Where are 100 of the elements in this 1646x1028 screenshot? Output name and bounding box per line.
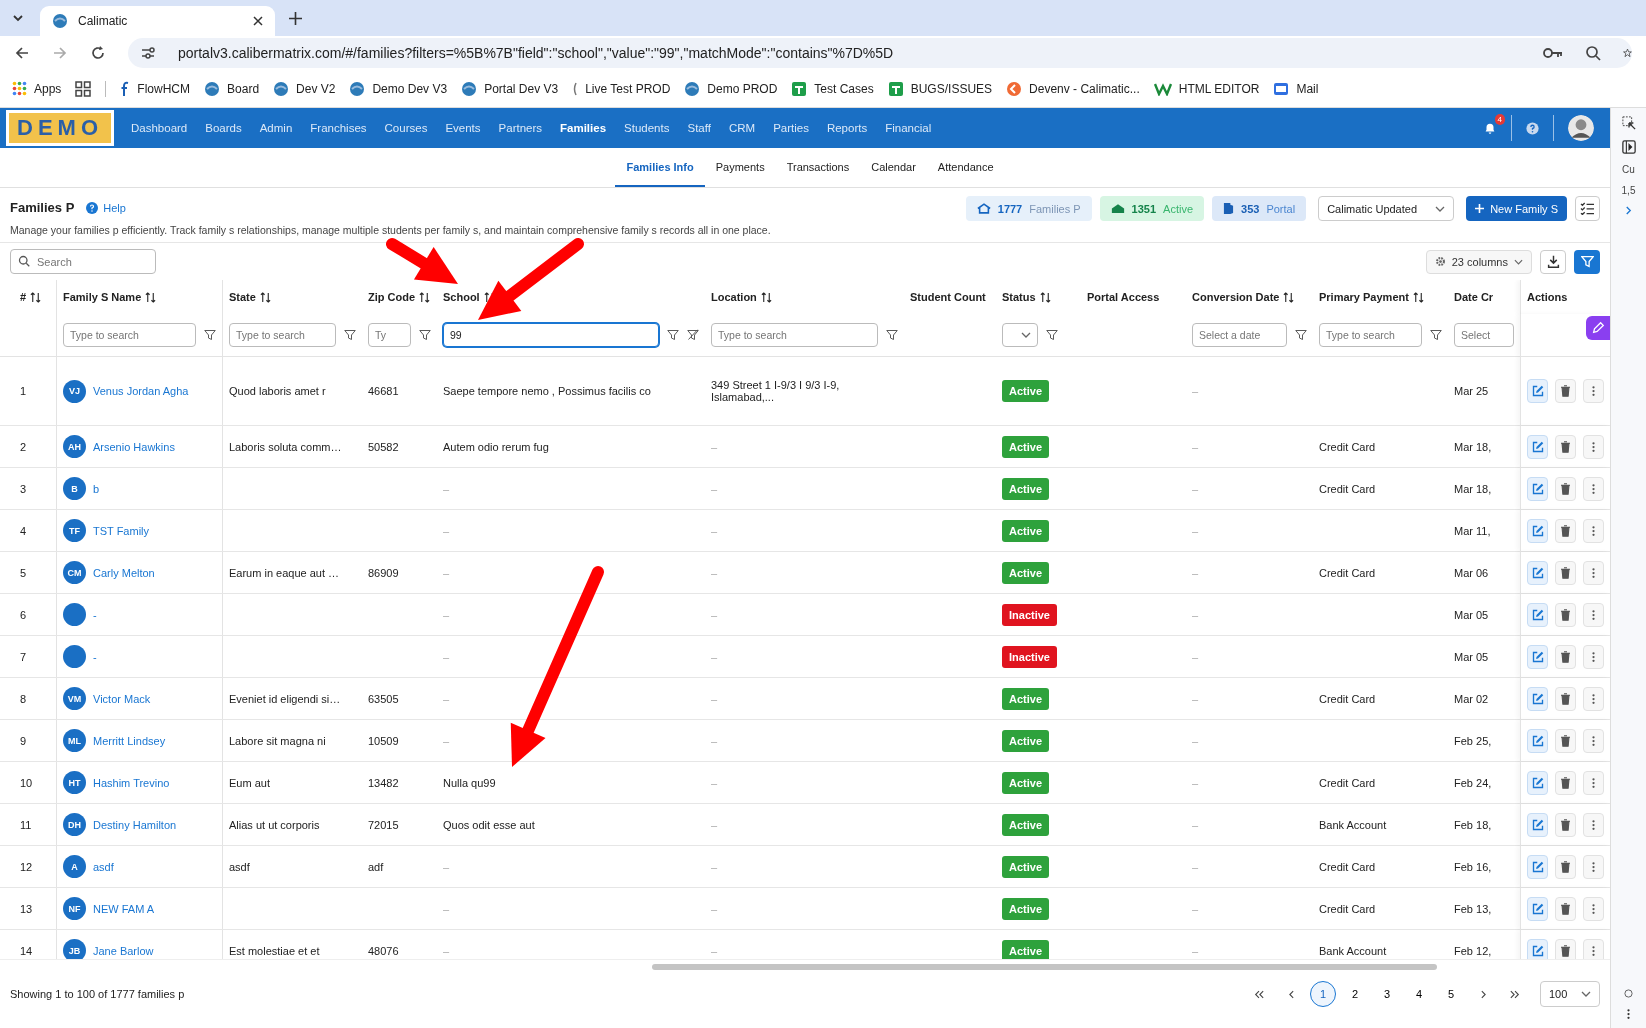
table-cell: – [1192, 608, 1199, 621]
browser-tab[interactable]: Calimatic [40, 6, 275, 36]
filter-field[interactable]: 99 [443, 323, 659, 347]
nav-item[interactable]: Franchises [301, 108, 376, 148]
column-header[interactable]: State [229, 291, 256, 303]
nav-item[interactable]: Financial [876, 108, 941, 148]
family-name-link[interactable]: Arsenio Hawkins [93, 440, 175, 453]
family-name-link[interactable]: Destiny Hamilton [93, 818, 177, 831]
family-name-link[interactable]: Venus Jordan Agha [93, 385, 189, 397]
bookmark[interactable]: FlowHCM [120, 80, 191, 97]
notification-badge: 4 [1494, 114, 1505, 125]
table-cell: – [711, 650, 718, 663]
column-header[interactable]: Conversion Date [1192, 291, 1280, 303]
column-header[interactable]: School [443, 291, 480, 303]
bookmark[interactable]: Portal Dev V3 [461, 80, 559, 97]
nav-item[interactable]: Dashboard [122, 108, 197, 148]
column-header[interactable]: Actions [1527, 291, 1568, 303]
bookmark[interactable]: Live Test PROD [572, 80, 671, 97]
filter-field[interactable]: Type to search [229, 323, 336, 347]
table-cell: – [443, 902, 450, 915]
family-name-link[interactable]: Hashim Trevino [93, 776, 170, 789]
nav-item[interactable]: Parties [764, 108, 818, 148]
bookmark[interactable]: Dev V2 [273, 80, 336, 97]
tab[interactable]: Transactions [775, 148, 861, 187]
help-link[interactable]: Help [86, 201, 126, 214]
table-cell: – [1192, 860, 1199, 873]
nav-item[interactable]: Students [615, 108, 679, 148]
bookmark[interactable]: Mail [1273, 80, 1319, 97]
status-badge: Active [1002, 813, 1050, 836]
bookmark[interactable]: Test Cases [791, 80, 874, 97]
family-name-link[interactable]: Jane Barlow [93, 944, 154, 957]
filter-field[interactable]: Type to search [1319, 323, 1422, 347]
family-name-link[interactable]: Carly Melton [93, 566, 155, 579]
column-header[interactable]: Location [711, 291, 757, 303]
column-header[interactable]: Date Cr [1454, 291, 1494, 303]
table-cell: Credit Card [1319, 902, 1376, 915]
page-button[interactable]: 1 [1310, 981, 1336, 1007]
column-header[interactable]: Status [1002, 291, 1036, 303]
filter-field[interactable]: Ty [368, 323, 411, 347]
nav-item[interactable]: Families [551, 108, 616, 148]
family-name-link[interactable]: - [93, 608, 97, 621]
table-cell: 86909 [368, 566, 399, 579]
family-name-link[interactable]: Victor Mack [93, 692, 151, 705]
page-button[interactable]: 2 [1342, 981, 1368, 1007]
nav-item[interactable]: Admin [250, 108, 302, 148]
bookmark[interactable]: HTML EDITOR [1153, 81, 1260, 96]
avatar: VM [63, 687, 86, 710]
table-cell: – [1192, 818, 1199, 831]
family-name-link[interactable]: NEW FAM A [93, 902, 155, 915]
family-name-link[interactable]: asdf [93, 860, 114, 873]
tab[interactable]: Attendance [926, 148, 1005, 187]
new-family-button[interactable]: New Family S [1466, 196, 1567, 221]
column-header[interactable]: Zip Code [368, 291, 416, 303]
columns-button[interactable]: 23 columns [1425, 249, 1532, 274]
table-cell: Credit Card [1319, 776, 1376, 789]
table-cell: Nulla qu99 [443, 776, 496, 789]
nav-item[interactable]: Partners [489, 108, 552, 148]
page-button[interactable]: 5 [1438, 981, 1464, 1007]
page-description: Manage your families p efficiently. Track family s relationships, manage multiple students per family s, and maintain comprehensive family s records all in one place. [10, 224, 772, 236]
filter-field[interactable]: Type to search [711, 323, 878, 347]
family-name-link[interactable]: TST Family [93, 524, 150, 537]
page-button[interactable]: 3 [1374, 981, 1400, 1007]
column-header[interactable]: Family S Name [63, 291, 142, 303]
bookmark[interactable]: BUGS/ISSUES [887, 80, 993, 97]
nav-item[interactable]: Courses [375, 108, 437, 148]
tab[interactable]: Calendar [860, 148, 927, 187]
status-badge: Active [1002, 939, 1050, 959]
table-cell: – [711, 902, 718, 915]
tab-title: Calimatic [78, 14, 129, 28]
logo[interactable]: DEMO [6, 110, 114, 146]
filter-field[interactable]: Type to search [63, 323, 196, 347]
tab[interactable]: Families Info [615, 148, 705, 187]
address-bar[interactable]: portalv3.calibermatrix.com/#/families?filters=%5B%7B"field":"school","value":"99","matchMode":"contains"%7D%5D [128, 38, 1632, 68]
column-header[interactable]: Primary Payment [1319, 291, 1409, 303]
filter-field[interactable]: Select a date [1192, 323, 1287, 347]
nav-item[interactable]: CRM [719, 108, 765, 148]
tab[interactable]: Payments [704, 148, 776, 187]
nav-item[interactable]: Reports [817, 108, 877, 148]
filter-field[interactable]: Select [1454, 323, 1514, 347]
organization-select[interactable]: Calimatic Updated [1318, 196, 1455, 221]
bookmark[interactable]: Demo PROD [684, 80, 778, 97]
bookmark[interactable]: Devenv - Calimatic... [1006, 80, 1140, 97]
bookmark[interactable]: Apps [12, 81, 62, 96]
column-header[interactable]: Student Count [910, 291, 986, 303]
nav-item[interactable]: Staff [678, 108, 720, 148]
column-header[interactable]: Portal Access [1087, 291, 1160, 303]
nav-item[interactable]: Boards [196, 108, 251, 148]
nav-item[interactable]: Events [436, 108, 490, 148]
family-name-link[interactable]: - [93, 650, 97, 663]
table-cell: Quod laboris amet r [229, 385, 326, 397]
family-name-link[interactable]: b [93, 482, 100, 495]
family-name-link[interactable]: Merritt Lindsey [93, 734, 166, 747]
page-button[interactable]: 4 [1406, 981, 1432, 1007]
bookmark[interactable]: Board [204, 80, 260, 97]
page-size-select[interactable]: 100 [1540, 981, 1600, 1007]
table-cell: Mar 05 [1454, 608, 1489, 621]
bookmark[interactable]: Demo Dev V3 [349, 80, 448, 97]
row-number: 4 [20, 524, 27, 537]
search-field[interactable]: Search [10, 249, 156, 274]
column-header[interactable]: # [20, 291, 27, 303]
